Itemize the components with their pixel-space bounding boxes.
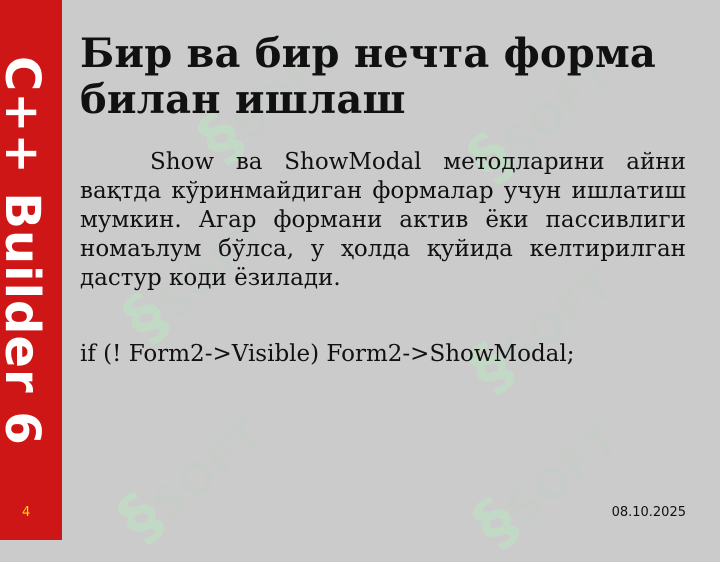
code-line: if (! Form2->Visible) Form2->ShowModal;: [80, 341, 575, 367]
watermark: §SOFT: [460, 413, 630, 562]
slide-number: 4: [22, 505, 31, 520]
slide-paragraph: Show ва ShowModal методларини айни вақтд…: [80, 149, 686, 291]
brand-sidebar: C++ Builder 6: [0, 0, 62, 540]
watermark: §SOFT: [105, 408, 275, 557]
slide-title: Бир ва бир нечта форма билан ишлаш: [80, 30, 657, 123]
slide-date: 08.10.2025: [611, 505, 686, 520]
brand-logo-text: C++ Builder 6: [0, 56, 50, 446]
